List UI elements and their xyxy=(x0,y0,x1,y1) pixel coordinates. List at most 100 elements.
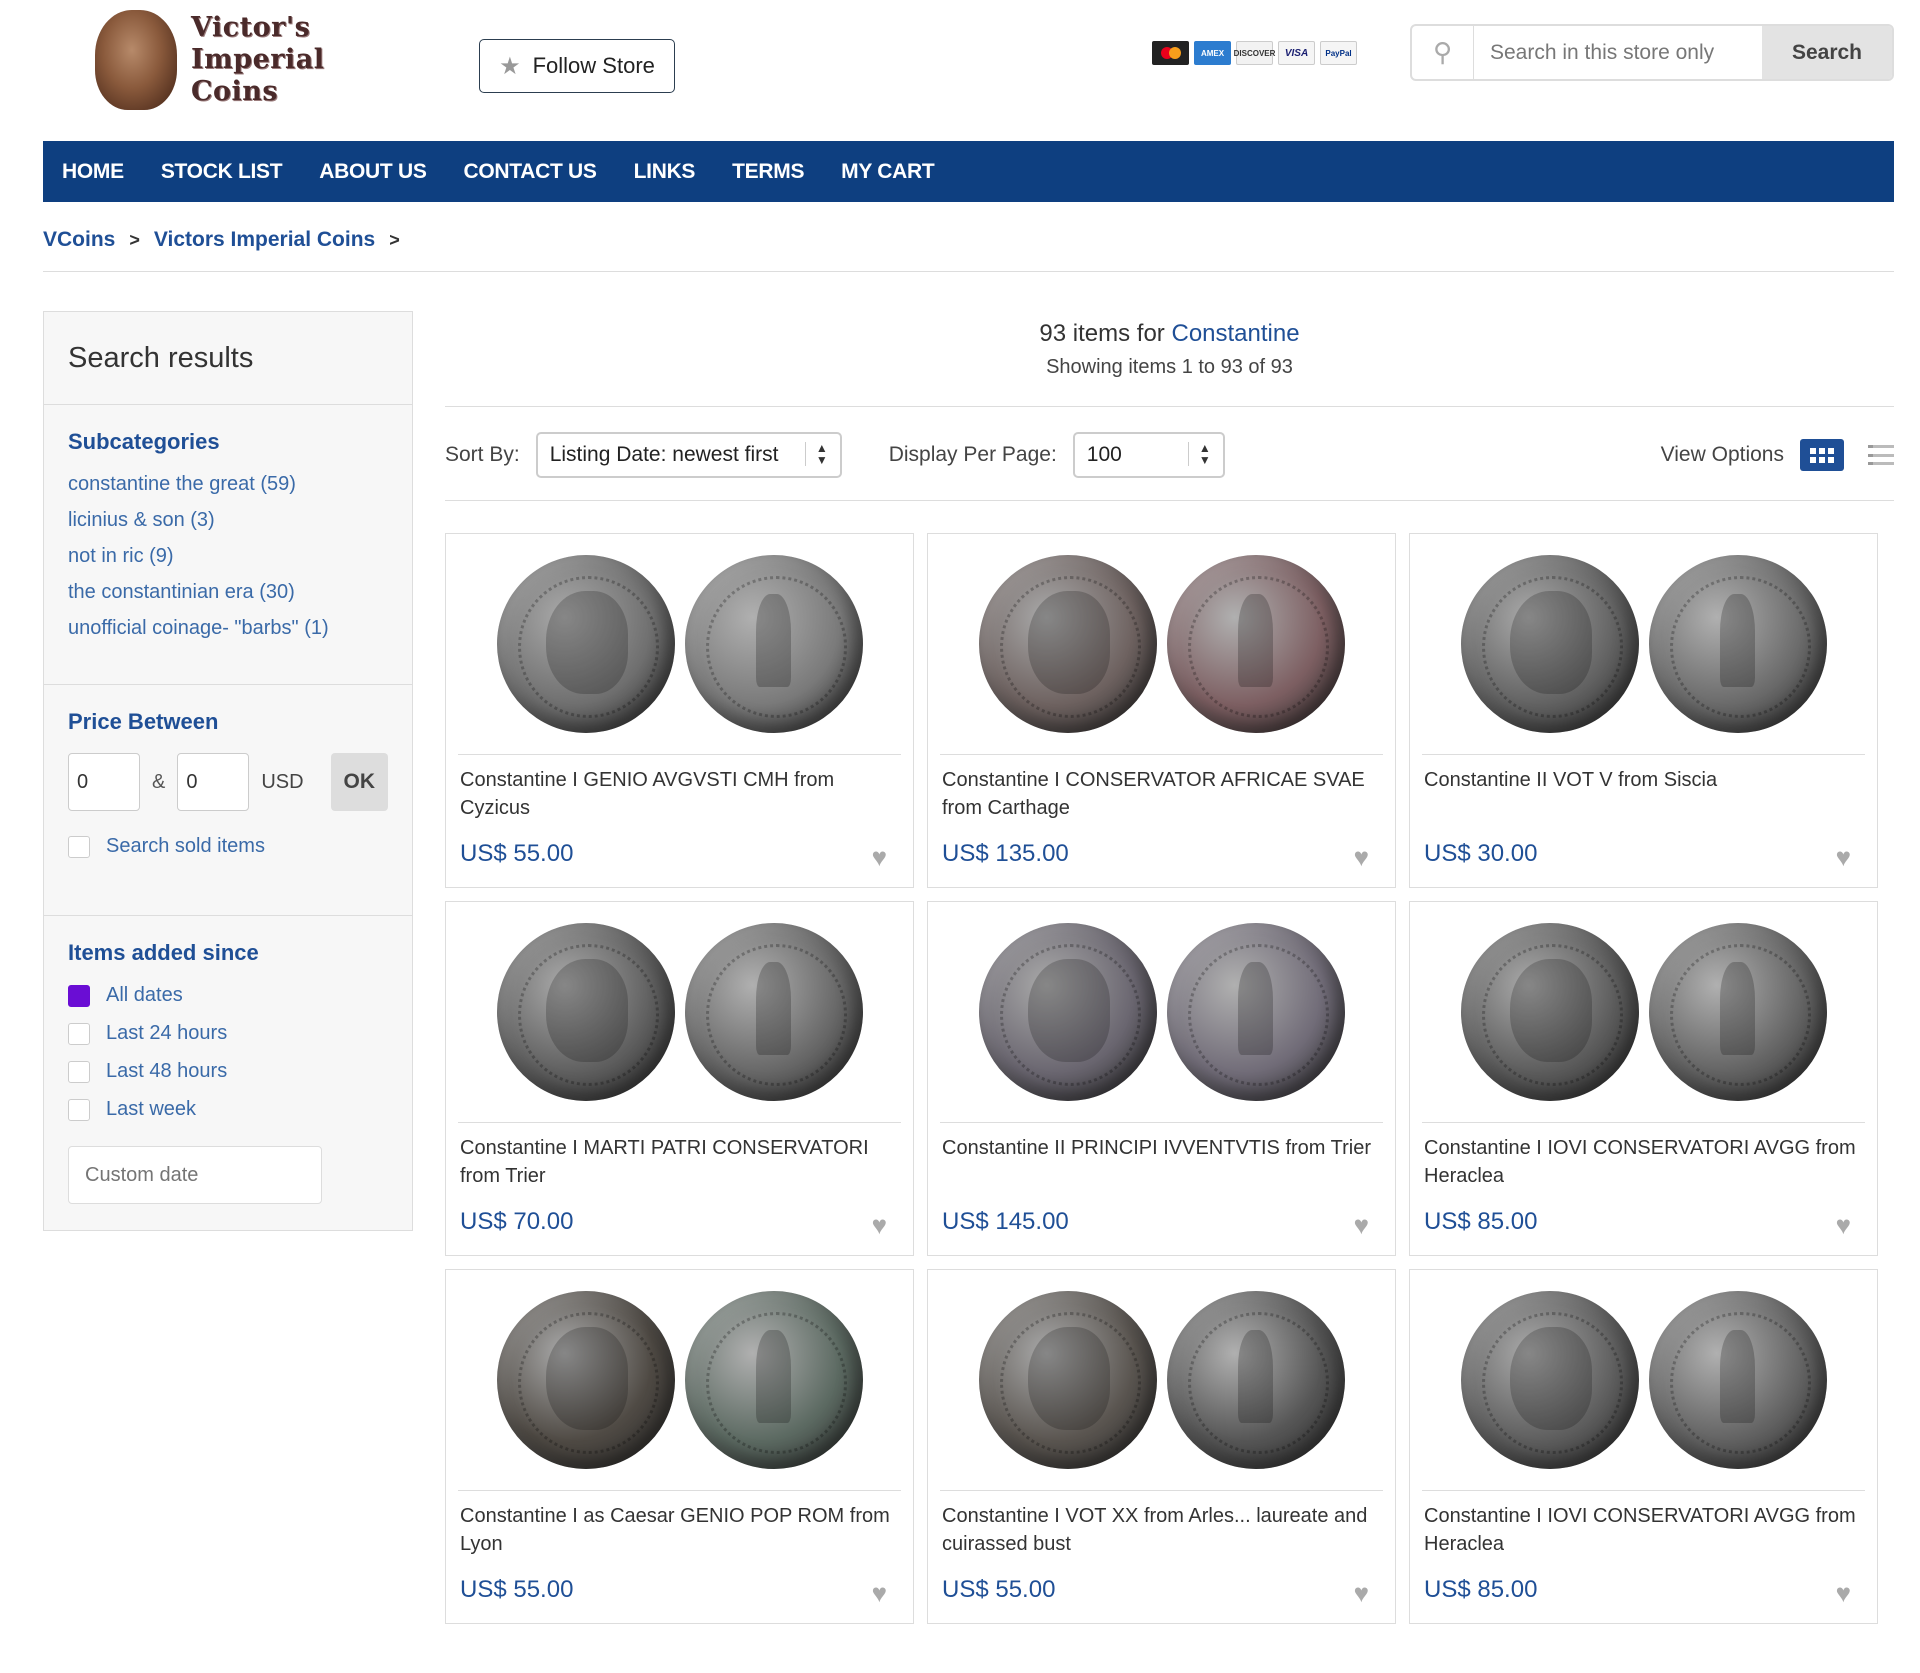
product-price: US$ 145.00 xyxy=(942,1208,1069,1235)
store-search: ⚲ Search xyxy=(1410,24,1894,81)
product-card[interactable]: Constantine I MARTI PATRI CONSERVATORI f… xyxy=(445,901,914,1256)
date-option-24h[interactable]: Last 24 hours xyxy=(68,1022,388,1045)
date-option-all[interactable]: All dates xyxy=(68,984,388,1007)
product-title[interactable]: Constantine I as Caesar GENIO POP ROM fr… xyxy=(460,1502,900,1558)
nav-about-us[interactable]: ABOUT US xyxy=(319,160,427,184)
store-logo[interactable]: Victor's Imperial Coins xyxy=(95,8,330,112)
subcategory-link[interactable]: not in ric (9) xyxy=(68,545,388,568)
coin-image[interactable] xyxy=(1422,1270,1865,1491)
product-title[interactable]: Constantine I IOVI CONSERVATORI AVGG fro… xyxy=(1424,1134,1864,1190)
product-card[interactable]: Constantine I IOVI CONSERVATORI AVGG fro… xyxy=(1409,1269,1878,1624)
nav-contact-us[interactable]: CONTACT US xyxy=(464,160,597,184)
search-sold-option[interactable]: Search sold items xyxy=(68,835,388,858)
heart-icon[interactable]: ♥ xyxy=(1836,842,1851,873)
product-card[interactable]: Constantine I as Caesar GENIO POP ROM fr… xyxy=(445,1269,914,1624)
product-title[interactable]: Constantine I CONSERVATOR AFRICAE SVAE f… xyxy=(942,766,1382,822)
date-option-label: Last 24 hours xyxy=(106,1022,228,1044)
product-title[interactable]: Constantine II PRINCIPI IVVENTVTIS from … xyxy=(942,1134,1382,1162)
follow-store-button[interactable]: ★ Follow Store xyxy=(479,39,675,93)
coin-image[interactable] xyxy=(940,1270,1383,1491)
price-section: Price Between & USD OK Search sold items xyxy=(44,685,412,916)
product-card[interactable]: Constantine I CONSERVATOR AFRICAE SVAE f… xyxy=(927,533,1396,888)
sort-select[interactable]: Listing Date: newest first ▲ ▼ xyxy=(535,432,842,478)
coin-image[interactable] xyxy=(458,534,901,755)
heart-icon[interactable]: ♥ xyxy=(1354,1578,1369,1609)
breadcrumb: VCoins > Victors Imperial Coins > xyxy=(43,228,414,252)
heart-icon[interactable]: ♥ xyxy=(1836,1578,1851,1609)
product-title[interactable]: Constantine II VOT V from Siscia xyxy=(1424,766,1864,794)
nav-my-cart[interactable]: MY CART xyxy=(841,160,934,184)
nav-stock-list[interactable]: STOCK LIST xyxy=(161,160,283,184)
mastercard-icon xyxy=(1152,41,1189,65)
date-checkbox[interactable] xyxy=(68,1060,90,1083)
date-checkbox[interactable] xyxy=(68,1098,90,1121)
subcategory-link[interactable]: unofficial coinage- "barbs" (1) xyxy=(68,617,388,640)
date-option-48h[interactable]: Last 48 hours xyxy=(68,1060,388,1083)
emperor-bust-icon xyxy=(95,10,177,110)
subcategory-link[interactable]: licinius & son (3) xyxy=(68,509,388,532)
coin-image[interactable] xyxy=(458,1270,901,1491)
date-option-label: Last week xyxy=(106,1098,197,1120)
visa-icon: VISA xyxy=(1278,41,1315,65)
product-title[interactable]: Constantine I MARTI PATRI CONSERVATORI f… xyxy=(460,1134,900,1190)
per-page-select[interactable]: 100 ▲ ▼ xyxy=(1072,432,1225,478)
nav-home[interactable]: HOME xyxy=(62,160,124,184)
amex-icon: AMEX xyxy=(1194,41,1231,65)
heart-icon[interactable]: ♥ xyxy=(1836,1210,1851,1241)
date-option-label: All dates xyxy=(106,984,183,1006)
search-sold-checkbox[interactable] xyxy=(68,835,90,858)
product-title[interactable]: Constantine I IOVI CONSERVATORI AVGG fro… xyxy=(1424,1502,1864,1558)
product-price: US$ 30.00 xyxy=(1424,840,1538,867)
coin-image[interactable] xyxy=(1422,534,1865,755)
discover-icon: DISCOVER xyxy=(1234,41,1275,65)
divider xyxy=(445,500,1894,501)
heart-icon[interactable]: ♥ xyxy=(1354,1210,1369,1241)
subcategory-link[interactable]: the constantinian era (30) xyxy=(68,581,388,604)
results-header: 93 items for Constantine Showing items 1… xyxy=(445,320,1894,379)
heart-icon[interactable]: ♥ xyxy=(872,1578,887,1609)
paypal-icon: PayPal xyxy=(1320,41,1357,65)
list-view-icon[interactable] xyxy=(1868,445,1894,465)
custom-date-input[interactable] xyxy=(68,1146,322,1204)
date-checkbox[interactable] xyxy=(68,1022,90,1045)
product-card[interactable]: Constantine I IOVI CONSERVATORI AVGG fro… xyxy=(1409,901,1878,1256)
coin-image[interactable] xyxy=(458,902,901,1123)
view-options: View Options xyxy=(1661,439,1894,471)
coin-obverse xyxy=(1460,1291,1639,1469)
payment-icons: AMEX DISCOVER VISA PayPal xyxy=(1152,41,1357,65)
product-card[interactable]: Constantine I GENIO AVGVSTI CMH from Cyz… xyxy=(445,533,914,888)
nav-terms[interactable]: TERMS xyxy=(732,160,804,184)
sort-value: Listing Date: newest first xyxy=(549,443,779,466)
heart-icon[interactable]: ♥ xyxy=(872,1210,887,1241)
subcategory-link[interactable]: constantine the great (59) xyxy=(68,473,388,496)
heart-icon[interactable]: ♥ xyxy=(872,842,887,873)
coin-image[interactable] xyxy=(1422,902,1865,1123)
grid-view-icon[interactable] xyxy=(1800,439,1844,471)
product-price: US$ 55.00 xyxy=(942,1576,1056,1603)
product-card[interactable]: Constantine II PRINCIPI IVVENTVTIS from … xyxy=(927,901,1396,1256)
price-min-input[interactable] xyxy=(68,753,140,811)
coin-reverse xyxy=(1648,923,1827,1101)
product-card[interactable]: Constantine II VOT V from Siscia US$ 30.0… xyxy=(1409,533,1878,888)
date-option-week[interactable]: Last week xyxy=(68,1098,388,1121)
nav-links[interactable]: LINKS xyxy=(634,160,696,184)
product-title[interactable]: Constantine I VOT XX from Arles... laure… xyxy=(942,1502,1382,1558)
per-page-label: Display Per Page: xyxy=(888,443,1057,466)
coin-reverse xyxy=(1166,555,1345,733)
date-checkbox[interactable] xyxy=(68,984,90,1007)
coin-image[interactable] xyxy=(940,902,1383,1123)
product-price: US$ 55.00 xyxy=(460,840,574,867)
follow-store-label: Follow Store xyxy=(532,53,655,78)
search-button[interactable]: Search xyxy=(1762,26,1892,79)
search-input[interactable] xyxy=(1474,26,1762,79)
coin-image[interactable] xyxy=(940,534,1383,755)
breadcrumb-vcoins[interactable]: VCoins xyxy=(43,228,115,252)
results-query-link[interactable]: Constantine xyxy=(1171,320,1299,347)
product-price: US$ 70.00 xyxy=(460,1208,574,1235)
heart-icon[interactable]: ♥ xyxy=(1354,842,1369,873)
breadcrumb-store[interactable]: Victors Imperial Coins xyxy=(154,228,375,252)
product-title[interactable]: Constantine I GENIO AVGVSTI CMH from Cyz… xyxy=(460,766,900,822)
price-max-input[interactable] xyxy=(177,753,250,811)
price-ok-button[interactable]: OK xyxy=(330,753,388,811)
product-card[interactable]: Constantine I VOT XX from Arles... laure… xyxy=(927,1269,1396,1624)
